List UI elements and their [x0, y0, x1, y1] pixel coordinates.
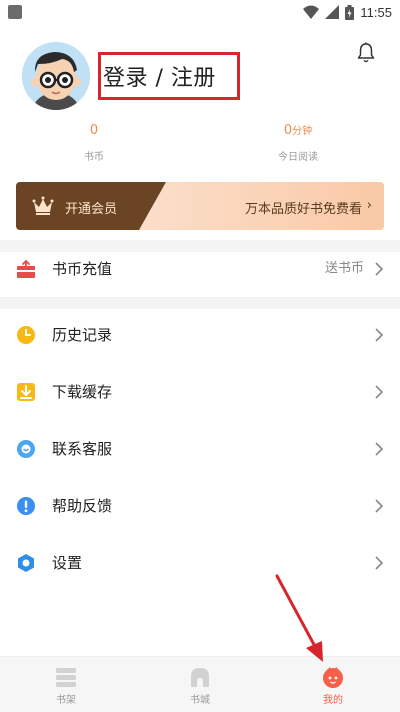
smile-icon — [17, 440, 35, 458]
wifi-icon — [303, 5, 320, 19]
menu-item-settings[interactable]: 设置 — [0, 535, 400, 591]
menu-item-customer-service[interactable]: 联系客服 — [0, 421, 400, 477]
chevron-right-icon — [375, 442, 384, 456]
nav-tab-profile[interactable]: 我的 — [288, 657, 378, 712]
menu-item-download-cache[interactable]: 下载缓存 — [0, 364, 400, 420]
customer-service-label: 联系客服 — [52, 440, 113, 458]
avatar[interactable] — [22, 42, 90, 110]
battery-icon — [345, 4, 355, 20]
history-label: 历史记录 — [52, 326, 113, 344]
bookshelf-icon — [56, 668, 76, 687]
download-cache-label: 下载缓存 — [52, 383, 113, 401]
user-stats: 0 书币 0分钟 今日阅读 — [0, 122, 400, 163]
nav-label-bookstore: 书城 — [190, 695, 210, 706]
reading-unit: 分钟 — [292, 126, 313, 137]
recharge-sub: 送书币 — [324, 261, 364, 276]
vip-chevron-icon: › — [366, 198, 372, 213]
vip-banner[interactable]: 开通会员 万本品质好书免费看 › — [16, 182, 384, 230]
nav-label-bookshelf: 书架 — [56, 695, 76, 706]
avatar-illustration — [22, 42, 90, 110]
menu-item-help-feedback[interactable]: 帮助反馈 — [0, 478, 400, 534]
info-icon — [17, 497, 35, 515]
status-bar: 11:55 — [0, 0, 400, 24]
chevron-right-icon — [375, 385, 384, 399]
reading-label: 今日阅读 — [278, 152, 318, 163]
settings-icon — [18, 554, 34, 572]
reading-value: 0分钟 — [248, 122, 348, 140]
crown-icon — [32, 196, 54, 215]
stat-reading-time[interactable]: 0分钟 今日阅读 — [248, 122, 348, 163]
gift-icon — [17, 259, 35, 278]
coins-label: 书币 — [84, 152, 104, 163]
chevron-right-icon — [375, 556, 384, 570]
signal-icon — [325, 5, 340, 19]
download-icon — [17, 383, 35, 401]
help-feedback-label: 帮助反馈 — [52, 497, 113, 515]
vip-promo-text: 万本品质好书免费看 — [244, 202, 362, 217]
chevron-right-icon — [375, 328, 384, 342]
vip-label: 开通会员 — [65, 202, 118, 217]
nav-tab-bookshelf[interactable]: 书架 — [21, 657, 111, 712]
settings-label: 设置 — [52, 554, 83, 572]
nav-tab-bookstore[interactable]: 书城 — [155, 657, 245, 712]
clock-icon — [17, 326, 35, 344]
login-register-link[interactable]: 登录 / 注册 — [103, 60, 216, 92]
status-time: 11:55 — [360, 4, 392, 20]
stat-coins[interactable]: 0 书币 — [44, 122, 144, 163]
status-indicators: 11:55 — [303, 3, 392, 21]
profile-icon — [323, 667, 343, 688]
menu-item-recharge[interactable]: 书币充值 送书币 — [0, 241, 400, 297]
chevron-right-icon — [375, 262, 384, 276]
coins-value: 0 — [89, 123, 99, 138]
bottom-navigation: 书架 书城 我的 — [0, 656, 400, 712]
notification-bell-icon[interactable] — [356, 42, 376, 64]
recharge-label: 书币充值 — [52, 260, 113, 278]
menu-item-history[interactable]: 历史记录 — [0, 307, 400, 363]
chevron-right-icon — [375, 499, 384, 513]
reading-minutes: 0 — [283, 123, 293, 138]
bookstore-icon — [191, 668, 209, 687]
nav-label-profile: 我的 — [323, 695, 343, 706]
app-notification-icon — [8, 5, 22, 19]
